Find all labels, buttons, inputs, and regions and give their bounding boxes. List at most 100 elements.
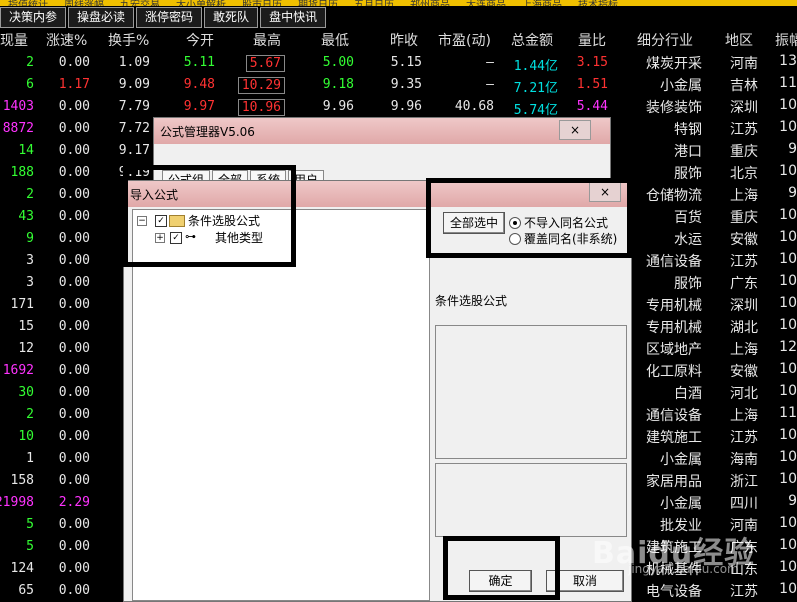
- cell-spd: 0.00: [58, 473, 90, 488]
- tree-collapse-icon[interactable]: −: [137, 216, 147, 226]
- cell-amp: 10: [779, 229, 797, 245]
- cell-ind: 电气设备: [646, 584, 702, 600]
- cell-ind: 装修装饰: [646, 100, 702, 116]
- cell-pe: –: [486, 55, 494, 70]
- cell-amp: 11: [779, 75, 797, 91]
- cell-ind: 建筑施工: [646, 430, 702, 446]
- cell-ratio: 1.51: [576, 77, 608, 92]
- cell-high: 10.96: [237, 99, 285, 116]
- cell-spd: 0.00: [58, 385, 90, 400]
- tree-child-checkbox[interactable]: ✓: [170, 232, 182, 244]
- cell-reg: 河南: [730, 56, 758, 72]
- cell-vol: 171: [10, 297, 34, 312]
- cell-vol: 158: [10, 473, 34, 488]
- top-menu-item[interactable]: 九宏交易: [120, 0, 160, 6]
- cell-vol: 15: [18, 319, 34, 334]
- ok-button[interactable]: 确定: [469, 570, 532, 592]
- cell-reg: 安徽: [730, 364, 758, 380]
- radio-no-import[interactable]: [509, 217, 521, 229]
- cell-reg: 江苏: [730, 584, 758, 600]
- cell-reg: 重庆: [730, 210, 758, 226]
- cell-spd: 0.00: [58, 275, 90, 290]
- cell-prev: 9.96: [390, 99, 422, 114]
- cell-turn: 7.79: [118, 99, 150, 114]
- cell-ind: 专用机械: [646, 298, 702, 314]
- top-menu-item[interactable]: 大小单解析: [176, 0, 226, 6]
- tree-child-label[interactable]: 其他类型: [215, 229, 263, 246]
- radio-overwrite-label[interactable]: 覆盖同名(非系统): [524, 230, 617, 247]
- cell-amp: 10: [779, 361, 797, 377]
- column-header[interactable]: 今开: [186, 30, 214, 50]
- formula-manager-titlebar[interactable]: 公式管理器V5.06 ×: [154, 118, 610, 144]
- column-header[interactable]: 量比: [578, 30, 606, 50]
- cell-spd: 0.00: [58, 209, 90, 224]
- cell-reg: 吉林: [730, 78, 758, 94]
- formula-manager-close-button[interactable]: ×: [559, 120, 591, 140]
- cell-spd: 0.00: [58, 451, 90, 466]
- cell-amp: 10: [779, 581, 797, 597]
- baidu-watermark-url: jingyan.baidu.com: [628, 562, 739, 576]
- column-header[interactable]: 最低: [321, 30, 349, 50]
- top-menu-item[interactable]: 周线涨幅: [64, 0, 104, 6]
- top-menu-item[interactable]: 股市日历: [242, 0, 282, 6]
- select-all-button[interactable]: 全部选中: [443, 212, 505, 234]
- top-menu-item[interactable]: 郑州商品: [410, 0, 450, 6]
- column-header[interactable]: 细分行业: [637, 30, 693, 50]
- folder-icon: [169, 215, 185, 227]
- cell-ind: 化工原料: [646, 364, 702, 380]
- cell-open: 9.97: [183, 99, 215, 114]
- cell-amt: 7.21亿: [513, 81, 558, 96]
- market-tab[interactable]: 盘中快讯: [260, 7, 327, 28]
- cell-prev: 5.15: [390, 55, 422, 70]
- table-header: 现量 涨速% 换手% 今开 最高 最低 昨收 市盈(动) 总金额 量比 细分行业 地区 振幅: [0, 30, 797, 52]
- top-menu-item[interactable]: 大连商品: [466, 0, 506, 6]
- cell-turn: 1.09: [118, 55, 150, 70]
- tree-expand-icon[interactable]: +: [155, 233, 165, 243]
- market-tab[interactable]: 操盘必读: [68, 7, 135, 28]
- cell-open: 5.11: [183, 55, 215, 70]
- column-header[interactable]: 市盈(动): [438, 30, 491, 50]
- table-row[interactable]: 1403 0.00 7.79 9.97 10.96 9.96 9.96 40.68 5.74亿 5…: [0, 96, 797, 118]
- cell-amp: 10: [779, 383, 797, 399]
- cancel-button[interactable]: 取消: [546, 570, 624, 592]
- cell-vol: 5: [26, 517, 34, 532]
- cell-vol: 8872: [2, 121, 34, 136]
- top-menu-item[interactable]: 上海商品: [522, 0, 562, 6]
- cell-amp: 10: [779, 273, 797, 289]
- cell-high: 5.67: [245, 55, 285, 72]
- column-header[interactable]: 昨收: [390, 30, 418, 50]
- cell-spd: 0.00: [58, 253, 90, 268]
- table-row[interactable]: 6 1.17 9.09 9.48 10.29 9.18 9.35 – 7.21亿 1.51 小金属 吉…: [0, 74, 797, 96]
- column-header[interactable]: 总金额: [511, 30, 553, 50]
- cell-vol: 65: [18, 583, 34, 598]
- radio-no-import-label[interactable]: 不导入同名公式: [524, 214, 608, 231]
- import-dialog-titlebar[interactable]: 导入公式 ×: [124, 181, 631, 207]
- import-dialog-close-button[interactable]: ×: [589, 182, 621, 202]
- cell-prev: 9.35: [390, 77, 422, 92]
- radio-overwrite[interactable]: [509, 233, 521, 245]
- cell-spd: 0.00: [58, 99, 90, 114]
- column-header[interactable]: 换手%: [108, 30, 149, 50]
- column-header[interactable]: 振幅: [775, 30, 797, 50]
- market-tab[interactable]: 涨停密码: [136, 7, 203, 28]
- column-header[interactable]: 涨速%: [46, 30, 87, 50]
- cell-vol: 30: [18, 385, 34, 400]
- column-header[interactable]: 现量: [0, 30, 28, 50]
- top-menu-item[interactable]: 期货日历: [298, 0, 338, 6]
- cell-vol: 14: [18, 143, 34, 158]
- column-header[interactable]: 地区: [725, 30, 753, 50]
- top-menu-item[interactable]: 技术指标: [578, 0, 618, 6]
- table-row[interactable]: 2 0.00 1.09 5.11 5.67 5.00 5.15 – 1.44亿 3.15 煤炭开采 河…: [0, 52, 797, 74]
- tree-root-checkbox[interactable]: ✓: [155, 215, 167, 227]
- top-menu-item[interactable]: 五月日历: [354, 0, 394, 6]
- column-header[interactable]: 最高: [253, 30, 281, 50]
- cell-vol: 9: [26, 231, 34, 246]
- cell-ind: 通信设备: [646, 408, 702, 424]
- tree-root-label[interactable]: 条件选股公式: [188, 212, 260, 229]
- top-menu-item[interactable]: 指值统计: [8, 0, 48, 6]
- tab-bar: 决策内参 操盘必读 涨停密码 敢死队 盘中快讯: [0, 7, 797, 29]
- cell-reg: 深圳: [730, 298, 758, 314]
- cell-spd: 0.00: [58, 583, 90, 598]
- market-tab[interactable]: 决策内参: [0, 7, 67, 28]
- market-tab[interactable]: 敢死队: [204, 7, 259, 28]
